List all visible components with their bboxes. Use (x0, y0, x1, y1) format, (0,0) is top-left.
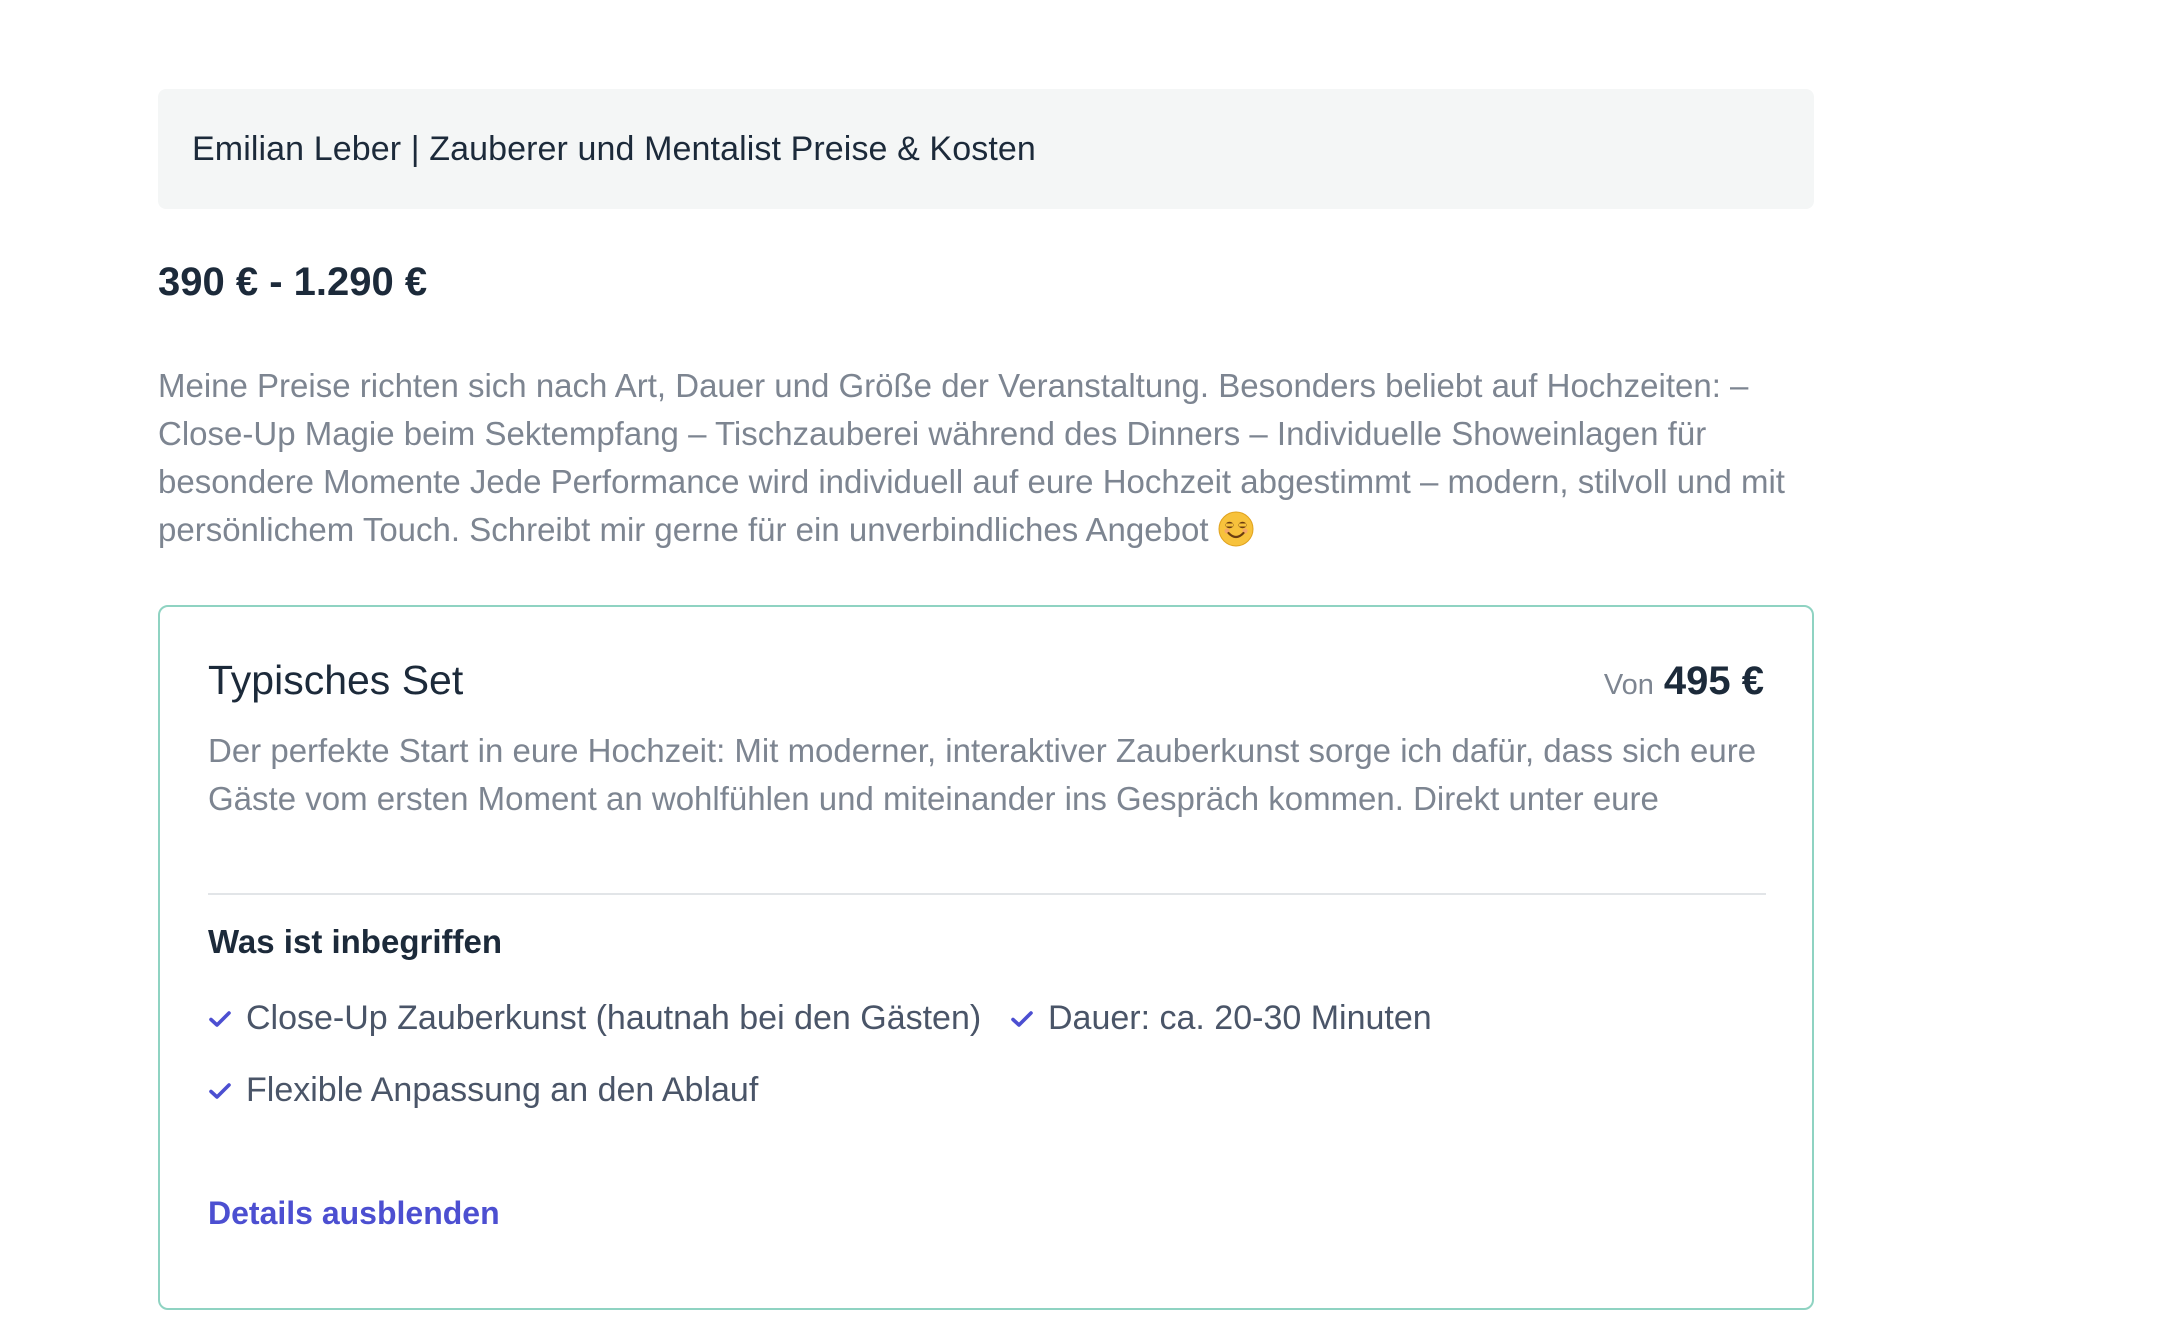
pricing-section: Emilian Leber | Zauberer und Mentalist P… (0, 0, 2180, 1344)
feature-label: Close-Up Zauberkunst (hautnah bei den Gä… (246, 999, 982, 1037)
package-description: Der perfekte Start in eure Hochzeit: Mit… (208, 732, 1757, 817)
divider (208, 893, 1766, 895)
package-price: Von 495 € (1604, 659, 1764, 704)
feature-item: Flexible Anpassung an den Ablauf (208, 1071, 758, 1110)
package-card: Typisches Set Von 495 € Der perfekte Sta… (158, 605, 1814, 1310)
pricing-description: Meine Preise richten sich nach Art, Daue… (158, 362, 1798, 554)
smiling-face-emoji-icon (1218, 511, 1254, 547)
page-title: Emilian Leber | Zauberer und Mentalist P… (192, 129, 1036, 168)
checkmark-icon (209, 1010, 231, 1027)
hide-details-link[interactable]: Details ausblenden (208, 1195, 500, 1232)
feature-item: Close-Up Zauberkunst (hautnah bei den Gä… (208, 999, 981, 1038)
feature-label: Flexible Anpassung an den Ablauf (246, 1071, 759, 1109)
pricing-header: Emilian Leber | Zauberer und Mentalist P… (158, 89, 1814, 209)
pricing-description-text: Meine Preise richten sich nach Art, Daue… (158, 367, 1785, 548)
package-title: Typisches Set (208, 657, 464, 703)
feature-label: Dauer: ca. 20-30 Minuten (1048, 999, 1432, 1037)
included-heading: Was ist inbegriffen (208, 923, 502, 960)
checkmark-icon (1011, 1010, 1033, 1027)
feature-item: Dauer: ca. 20-30 Minuten (1010, 999, 1432, 1038)
package-price-prefix: Von (1603, 669, 1654, 701)
checkmark-icon (209, 1082, 231, 1099)
package-price-value: 495 € (1663, 659, 1764, 703)
price-range: 390 € - 1.290 € (158, 260, 428, 304)
